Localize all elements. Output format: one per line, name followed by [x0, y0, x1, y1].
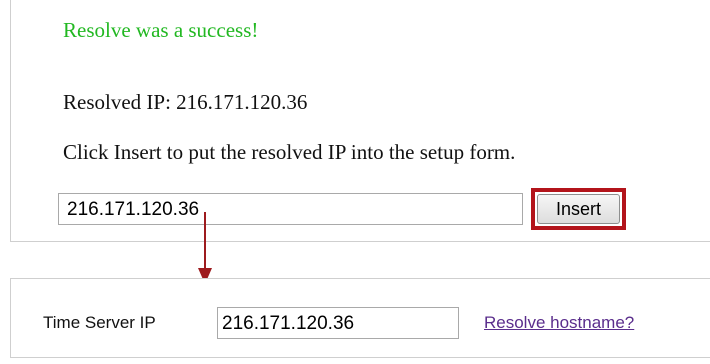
- success-message: Resolve was a success!: [63, 18, 259, 42]
- resolve-result-panel: Resolve was a success! Resolved IP: 216.…: [10, 0, 710, 242]
- insert-instruction-text: Click Insert to put the resolved IP into…: [63, 140, 516, 164]
- resolved-ip-text: Resolved IP: 216.171.120.36: [63, 90, 308, 114]
- insert-button[interactable]: Insert: [537, 194, 620, 224]
- time-server-ip-input[interactable]: [217, 307, 459, 339]
- resolve-hostname-link[interactable]: Resolve hostname?: [484, 312, 634, 334]
- setup-form-panel: Time Server IP Resolve hostname?: [10, 278, 710, 358]
- time-server-ip-label: Time Server IP: [43, 313, 156, 332]
- down-arrow-icon: [204, 212, 206, 270]
- resolved-ip-input[interactable]: [58, 193, 523, 225]
- insert-button-highlight: Insert: [531, 188, 626, 230]
